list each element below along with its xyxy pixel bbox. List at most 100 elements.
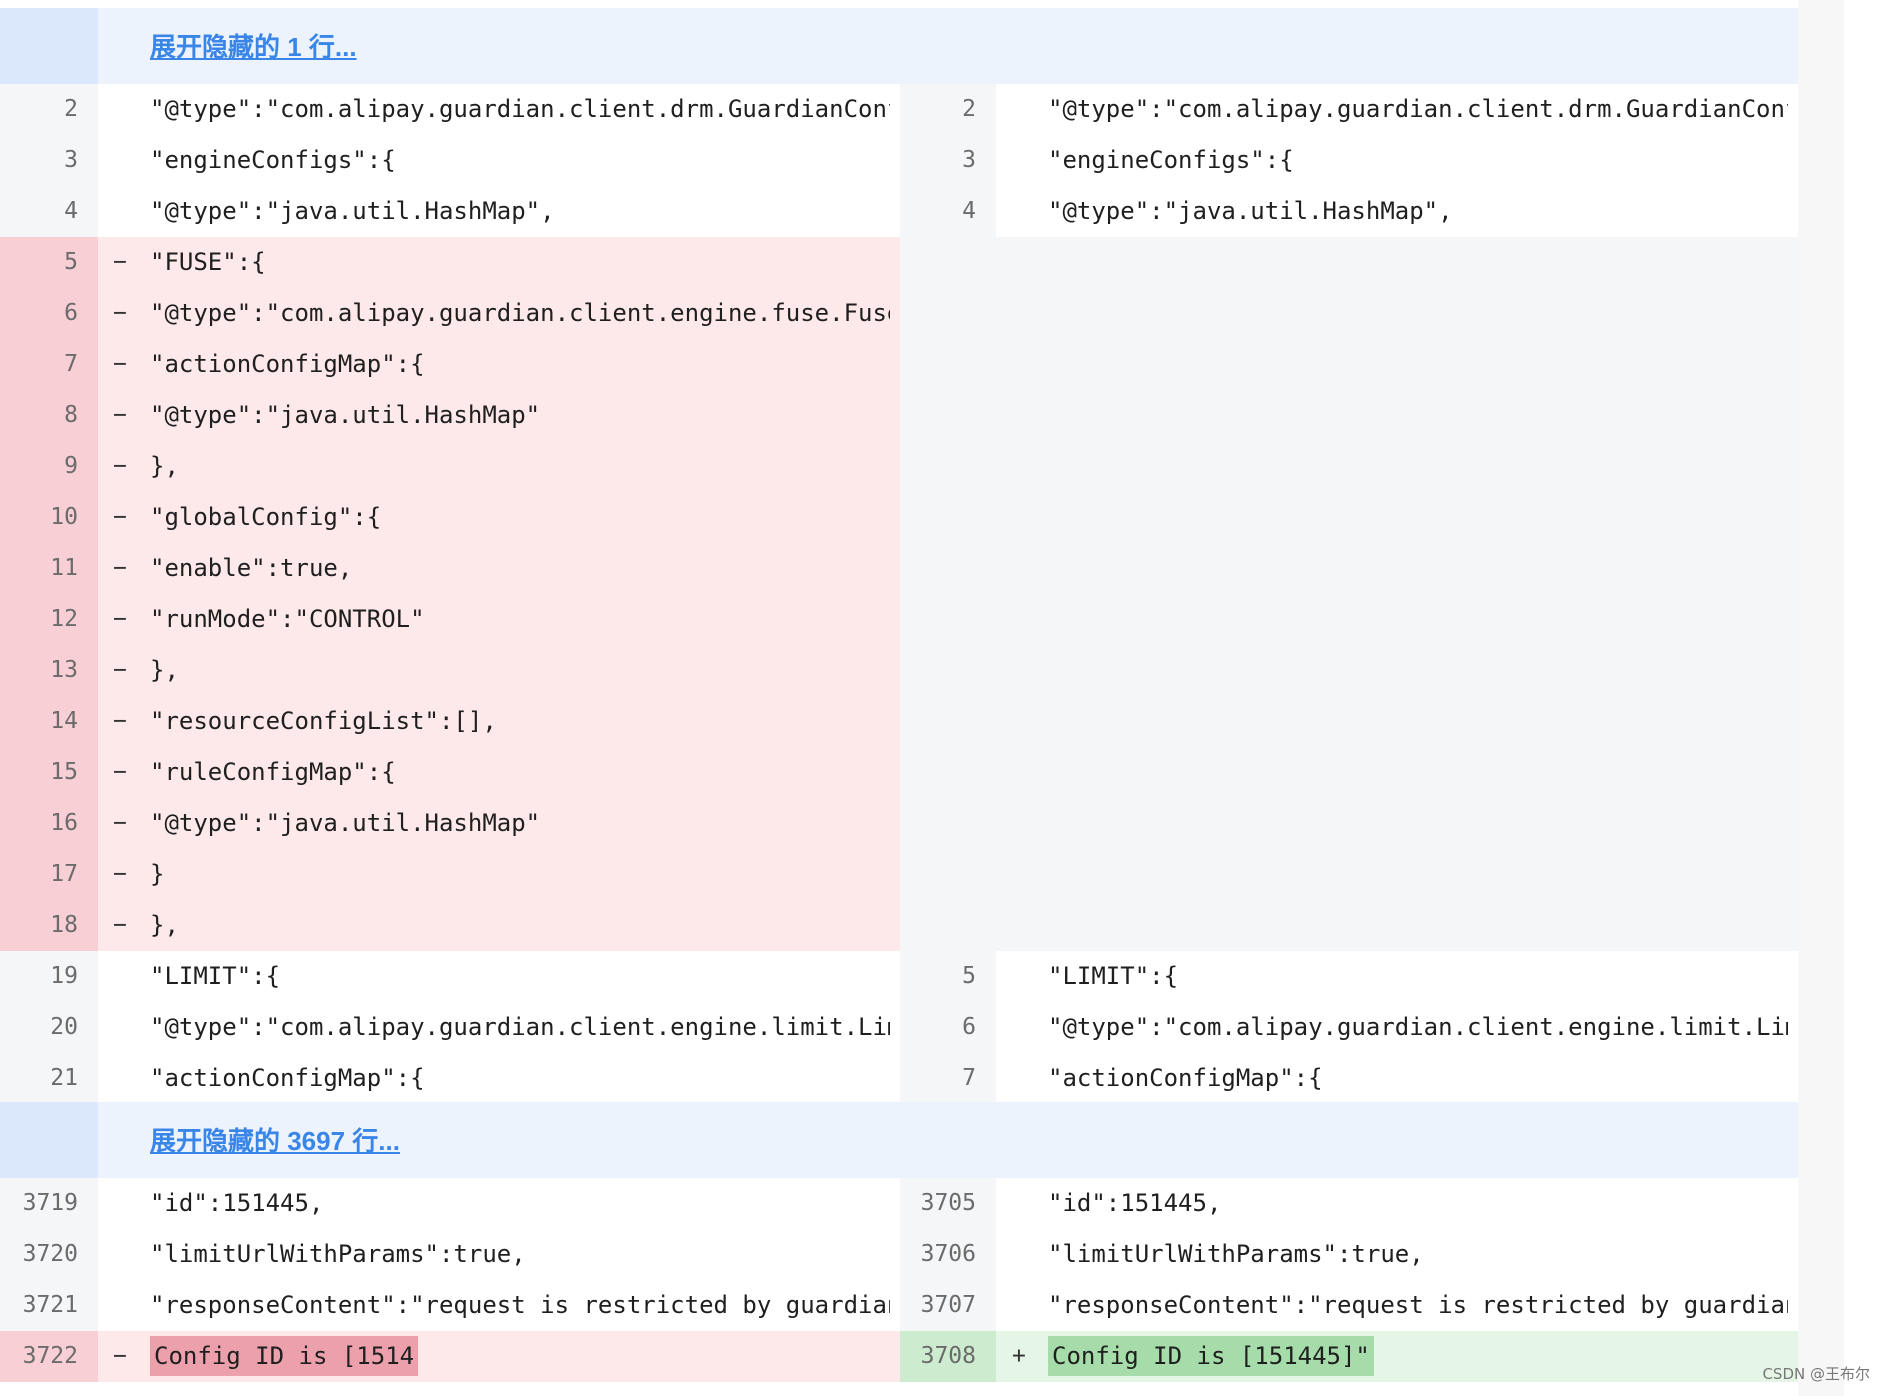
right-diff-marker — [1012, 84, 1032, 135]
left-code-text: "FUSE":{ — [150, 248, 266, 276]
left-line-number: 13 — [0, 645, 98, 696]
right-line-number — [900, 900, 996, 951]
left-code-line: "@type":"java.util.HashMap", — [150, 186, 890, 237]
left-diff-marker — [113, 1229, 133, 1280]
right-code-line — [1048, 543, 1788, 594]
diff-row: 13−}, — [0, 645, 1798, 696]
diff-row: 3722− Config ID is [1514 3708 + Config ID is… — [0, 1331, 1798, 1382]
right-line-number — [900, 441, 996, 492]
diff-view: 展开隐藏的 1 行... 2 "@type":"com.alipay.guardi… — [0, 0, 1798, 1396]
expand-hidden-lines-link[interactable]: 展开隐藏的 1 行... — [150, 8, 357, 86]
left-line-number: 19 — [0, 951, 98, 1002]
right-diff-marker — [1012, 1280, 1032, 1331]
right-code-line: "engineConfigs":{ — [1048, 135, 1788, 186]
left-code-line: "ruleConfigMap":{ — [150, 747, 890, 798]
right-line-number: 3705 — [900, 1178, 996, 1229]
left-diff-marker — [113, 1280, 133, 1331]
credit-text: CSDN @王布尔 — [1762, 1365, 1870, 1383]
right-code-text: "responseContent":"request is restricted… — [1048, 1291, 1788, 1319]
left-code-line: "id":151445, — [150, 1178, 890, 1229]
left-line-number: 3721 — [0, 1280, 98, 1331]
left-code-text: "limitUrlWithParams":true, — [150, 1240, 526, 1268]
left-code-text: "ruleConfigMap":{ — [150, 758, 396, 786]
diff-row: 3721 "responseContent":"request is restri… — [0, 1280, 1798, 1331]
left-diff-marker: − — [113, 351, 127, 377]
diff-row: 11− "enable":true, — [0, 543, 1798, 594]
right-code-line: "responseContent":"request is restricted… — [1048, 1280, 1788, 1331]
left-code-text: } — [150, 860, 165, 888]
expand-hidden-lines-link[interactable]: 展开隐藏的 3697 行... — [150, 1102, 400, 1180]
right-code-line — [1048, 747, 1788, 798]
diff-row: 17−} — [0, 849, 1798, 900]
right-code-line — [1048, 849, 1788, 900]
right-code-line — [1048, 696, 1788, 747]
right-line-number — [900, 594, 996, 645]
diff-row: 3719 "id":151445, 3705 "id":151445, — [0, 1178, 1798, 1229]
right-diff-marker — [1012, 747, 1032, 798]
right-diff-marker — [1012, 390, 1032, 441]
left-code-line: }, — [150, 645, 890, 696]
left-diff-marker: − — [113, 810, 127, 836]
left-diff-marker — [113, 186, 133, 237]
right-diff-marker: + — [1012, 1343, 1026, 1369]
right-line-number: 3707 — [900, 1280, 996, 1331]
right-line-number — [900, 492, 996, 543]
left-code-line: "runMode":"CONTROL" — [150, 594, 890, 645]
left-code-text: "runMode":"CONTROL" — [150, 605, 425, 633]
diff-row: 9−}, — [0, 441, 1798, 492]
right-diff-marker — [1012, 543, 1032, 594]
left-code-line: "enable":true, — [150, 543, 890, 594]
left-diff-marker: − — [113, 759, 127, 785]
left-line-number: 9 — [0, 441, 98, 492]
right-code-line — [1048, 237, 1788, 288]
right-diff-marker — [1012, 951, 1032, 1002]
right-code-text: "@type":"java.util.HashMap", — [1048, 197, 1453, 225]
diff-row: 8− "@type":"java.util.HashMap" — [0, 390, 1798, 441]
right-line-number — [900, 849, 996, 900]
left-code-text: "responseContent":"request is restricted… — [150, 1291, 890, 1319]
right-code-line: "@type":"com.alipay.guardian.client.engi… — [1048, 1002, 1788, 1053]
left-line-number: 2 — [0, 84, 98, 135]
left-line-number: 18 — [0, 900, 98, 951]
right-code-line: "@type":"java.util.HashMap", — [1048, 186, 1788, 237]
right-diff-marker — [1012, 645, 1032, 696]
left-code-line: }, — [150, 900, 890, 951]
right-line-number: 6 — [900, 1002, 996, 1053]
left-code-text: "enable":true, — [150, 554, 353, 582]
right-line-number — [900, 696, 996, 747]
diff-row: 15− "ruleConfigMap":{ — [0, 747, 1798, 798]
left-code-text: "@type":"java.util.HashMap" — [150, 401, 541, 429]
diff-row: 5− "FUSE":{ — [0, 237, 1798, 288]
left-line-number: 21 — [0, 1053, 98, 1104]
right-line-number: 3 — [900, 135, 996, 186]
left-diff-marker: − — [113, 1343, 127, 1369]
scrollbar-track[interactable] — [1798, 0, 1844, 1396]
left-code-text: }, — [150, 452, 179, 480]
right-diff-marker — [1012, 1229, 1032, 1280]
right-diff-marker — [1012, 696, 1032, 747]
left-diff-marker: − — [113, 249, 127, 275]
right-code-line: Config ID is [151445]" — [1048, 1331, 1788, 1382]
right-line-number: 7 — [900, 1053, 996, 1104]
right-code-text: Config ID is [151445]" — [1048, 1336, 1374, 1376]
left-line-number: 16 — [0, 798, 98, 849]
right-code-line: "limitUrlWithParams":true, — [1048, 1229, 1788, 1280]
right-diff-marker — [1012, 900, 1032, 951]
left-line-number: 11 — [0, 543, 98, 594]
left-diff-marker: − — [113, 657, 127, 683]
left-code-line: } — [150, 849, 890, 900]
right-code-text: "limitUrlWithParams":true, — [1048, 1240, 1424, 1268]
left-code-line: "resourceConfigList":[], — [150, 696, 890, 747]
right-code-line — [1048, 798, 1788, 849]
left-code-line: "@type":"com.alipay.guardian.client.drm.… — [150, 84, 890, 135]
diff-row: 10− "globalConfig":{ — [0, 492, 1798, 543]
right-line-number — [900, 798, 996, 849]
right-diff-marker — [1012, 492, 1032, 543]
left-line-number: 20 — [0, 1002, 98, 1053]
right-diff-marker — [1012, 135, 1032, 186]
left-code-text: "@type":"com.alipay.guardian.client.drm.… — [150, 95, 890, 123]
left-line-number: 6 — [0, 288, 98, 339]
right-code-line — [1048, 288, 1788, 339]
left-line-number: 3 — [0, 135, 98, 186]
left-line-number: 4 — [0, 186, 98, 237]
